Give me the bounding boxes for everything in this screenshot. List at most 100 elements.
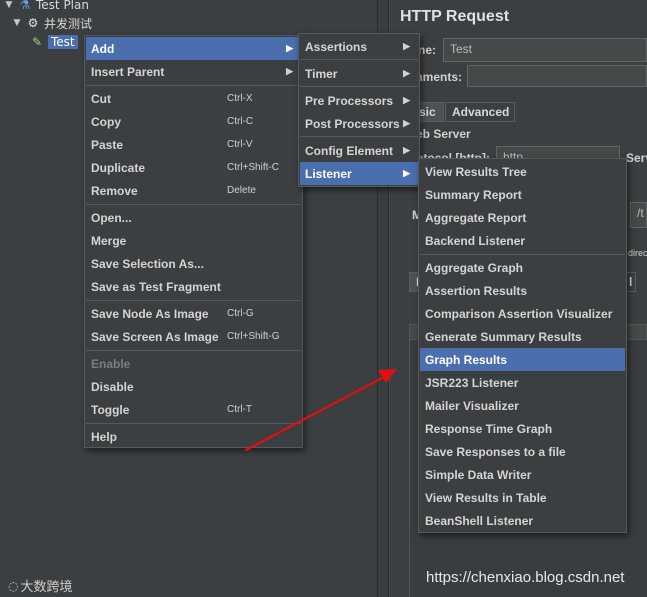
tab-advanced[interactable]: Advanced — [445, 102, 515, 122]
menu-item-aggregate-graph[interactable]: Aggregate Graph — [420, 256, 625, 279]
menu-item-label: Help — [91, 429, 118, 444]
menu-item-accelerator: Ctrl-G — [227, 308, 254, 319]
tree-node-label: Test Plan — [36, 0, 89, 12]
redirect-label: direc — [628, 248, 647, 258]
submenu-arrow-icon: ▶ — [403, 41, 410, 51]
menu-item-open[interactable]: Open... — [86, 206, 301, 229]
menu-item-save-responses-to-file[interactable]: Save Responses to a file — [420, 440, 625, 463]
menu-item-label: Duplicate — [91, 160, 146, 175]
menu-item-assertions[interactable]: Assertions ▶ — [300, 35, 418, 58]
menu-item-insert-parent[interactable]: Insert Parent ▶ — [86, 60, 301, 83]
menu-item-label: Assertions — [305, 39, 368, 54]
submenu-arrow-icon: ▶ — [286, 66, 293, 76]
context-menu: Add ▶ Insert Parent ▶ Cut Ctrl-X Copy Ct… — [84, 35, 303, 448]
menu-item-save-as-test-fragment[interactable]: Save as Test Fragment — [86, 275, 301, 298]
menu-item-save-node-as-image[interactable]: Save Node As Image Ctrl-G — [86, 302, 301, 325]
menu-item-label: Backend Listener — [425, 233, 526, 248]
menu-item-label: Comparison Assertion Visualizer — [425, 306, 613, 321]
menu-item-remove[interactable]: Remove Delete — [86, 179, 301, 202]
menu-item-jsr223-listener[interactable]: JSR223 Listener — [420, 371, 625, 394]
menu-item-label: Open... — [91, 210, 132, 225]
menu-item-label: Post Processors — [305, 116, 400, 131]
tree-node-test-plan[interactable]: ▼ ⚗ Test Plan — [4, 0, 89, 14]
tree-node-sampler[interactable]: ✎ Test — [30, 33, 78, 51]
menu-separator — [420, 254, 625, 255]
menu-item-listener[interactable]: Listener ▶ — [300, 162, 418, 185]
submenu-arrow-icon: ▶ — [403, 145, 410, 155]
menu-separator — [300, 59, 418, 60]
menu-item-aggregate-report[interactable]: Aggregate Report — [420, 206, 625, 229]
menu-item-duplicate[interactable]: Duplicate Ctrl+Shift-C — [86, 156, 301, 179]
menu-item-label: Paste — [91, 137, 124, 152]
submenu-arrow-icon: ▶ — [403, 168, 410, 178]
menu-item-label: BeanShell Listener — [425, 513, 534, 528]
menu-item-assertion-results[interactable]: Assertion Results — [420, 279, 625, 302]
menu-item-enable: Enable — [86, 352, 301, 375]
menu-item-view-results-tree[interactable]: View Results Tree — [420, 160, 625, 183]
menu-item-label: Disable — [91, 379, 134, 394]
menu-item-merge[interactable]: Merge — [86, 229, 301, 252]
menu-item-backend-listener[interactable]: Backend Listener — [420, 229, 625, 252]
menu-item-save-selection-as[interactable]: Save Selection As... — [86, 252, 301, 275]
menu-item-label: Merge — [91, 233, 127, 248]
menu-item-label: Save Node As Image — [91, 306, 209, 321]
menu-item-label: Aggregate Graph — [425, 260, 524, 275]
menu-item-label: Insert Parent — [91, 64, 165, 79]
menu-item-label: Copy — [91, 114, 121, 129]
menu-item-view-results-in-table[interactable]: View Results in Table — [420, 486, 625, 509]
menu-separator — [86, 300, 301, 301]
menu-item-mailer-visualizer[interactable]: Mailer Visualizer — [420, 394, 625, 417]
menu-item-label: Simple Data Writer — [425, 467, 532, 482]
gear-icon: ⚙ — [27, 16, 39, 30]
tree-node-thread-group[interactable]: ▼ ⚙ 并发测试 — [12, 14, 92, 32]
path-input[interactable]: /t — [630, 202, 647, 228]
expand-arrow-icon[interactable]: ▼ — [4, 0, 14, 10]
menu-item-label: View Results in Table — [425, 490, 547, 505]
submenu-arrow-icon: ▶ — [286, 43, 293, 53]
web-server-label: eb Server — [416, 127, 471, 141]
menu-item-label: Assertion Results — [425, 283, 528, 298]
menu-item-comparison-assertion-visualizer[interactable]: Comparison Assertion Visualizer — [420, 302, 625, 325]
menu-item-response-time-graph[interactable]: Response Time Graph — [420, 417, 625, 440]
menu-item-accelerator: Ctrl+Shift-C — [227, 162, 279, 173]
menu-item-graph-results[interactable]: Graph Results — [420, 348, 625, 371]
page-title: HTTP Request — [400, 8, 510, 25]
menu-item-timer[interactable]: Timer ▶ — [300, 62, 418, 85]
listener-submenu: View Results Tree Summary Report Aggrega… — [418, 158, 627, 533]
menu-item-config-element[interactable]: Config Element ▶ — [300, 139, 418, 162]
menu-item-accelerator: Ctrl-X — [227, 93, 253, 104]
menu-item-label: Listener — [305, 166, 352, 181]
menu-item-cut[interactable]: Cut Ctrl-X — [86, 87, 301, 110]
menu-item-toggle[interactable]: Toggle Ctrl-T — [86, 398, 301, 421]
menu-item-label: Generate Summary Results — [425, 329, 582, 344]
menu-item-label: Mailer Visualizer — [425, 398, 519, 413]
add-submenu: Assertions ▶ Timer ▶ Pre Processors ▶ Po… — [298, 33, 420, 187]
menu-item-summary-report[interactable]: Summary Report — [420, 183, 625, 206]
expand-arrow-icon[interactable]: ▼ — [12, 18, 22, 28]
menu-item-label: Add — [91, 41, 115, 56]
menu-item-pre-processors[interactable]: Pre Processors ▶ — [300, 89, 418, 112]
menu-separator — [86, 85, 301, 86]
menu-item-label: Enable — [91, 356, 131, 371]
menu-item-label: Save as Test Fragment — [91, 279, 221, 294]
comments-input[interactable] — [467, 65, 647, 87]
menu-item-label: Response Time Graph — [425, 421, 553, 436]
menu-item-save-screen-as-image[interactable]: Save Screen As Image Ctrl+Shift-G — [86, 325, 301, 348]
menu-item-generate-summary-results[interactable]: Generate Summary Results — [420, 325, 625, 348]
menu-item-label: Graph Results — [425, 352, 508, 367]
menu-item-copy[interactable]: Copy Ctrl-C — [86, 110, 301, 133]
menu-item-beanshell-listener[interactable]: BeanShell Listener — [420, 509, 625, 532]
menu-item-accelerator: Ctrl-C — [227, 116, 254, 127]
menu-separator — [300, 86, 418, 87]
name-input[interactable]: Test — [443, 38, 647, 62]
menu-separator — [86, 350, 301, 351]
menu-item-help[interactable]: Help — [86, 425, 301, 448]
menu-item-disable[interactable]: Disable — [86, 375, 301, 398]
menu-item-post-processors[interactable]: Post Processors ▶ — [300, 112, 418, 135]
menu-item-add[interactable]: Add ▶ — [86, 37, 301, 60]
menu-item-label: Save Screen As Image — [91, 329, 219, 344]
pencil-icon: ✎ — [31, 35, 43, 49]
menu-item-simple-data-writer[interactable]: Simple Data Writer — [420, 463, 625, 486]
menu-item-paste[interactable]: Paste Ctrl-V — [86, 133, 301, 156]
menu-item-label: Save Selection As... — [91, 256, 204, 271]
